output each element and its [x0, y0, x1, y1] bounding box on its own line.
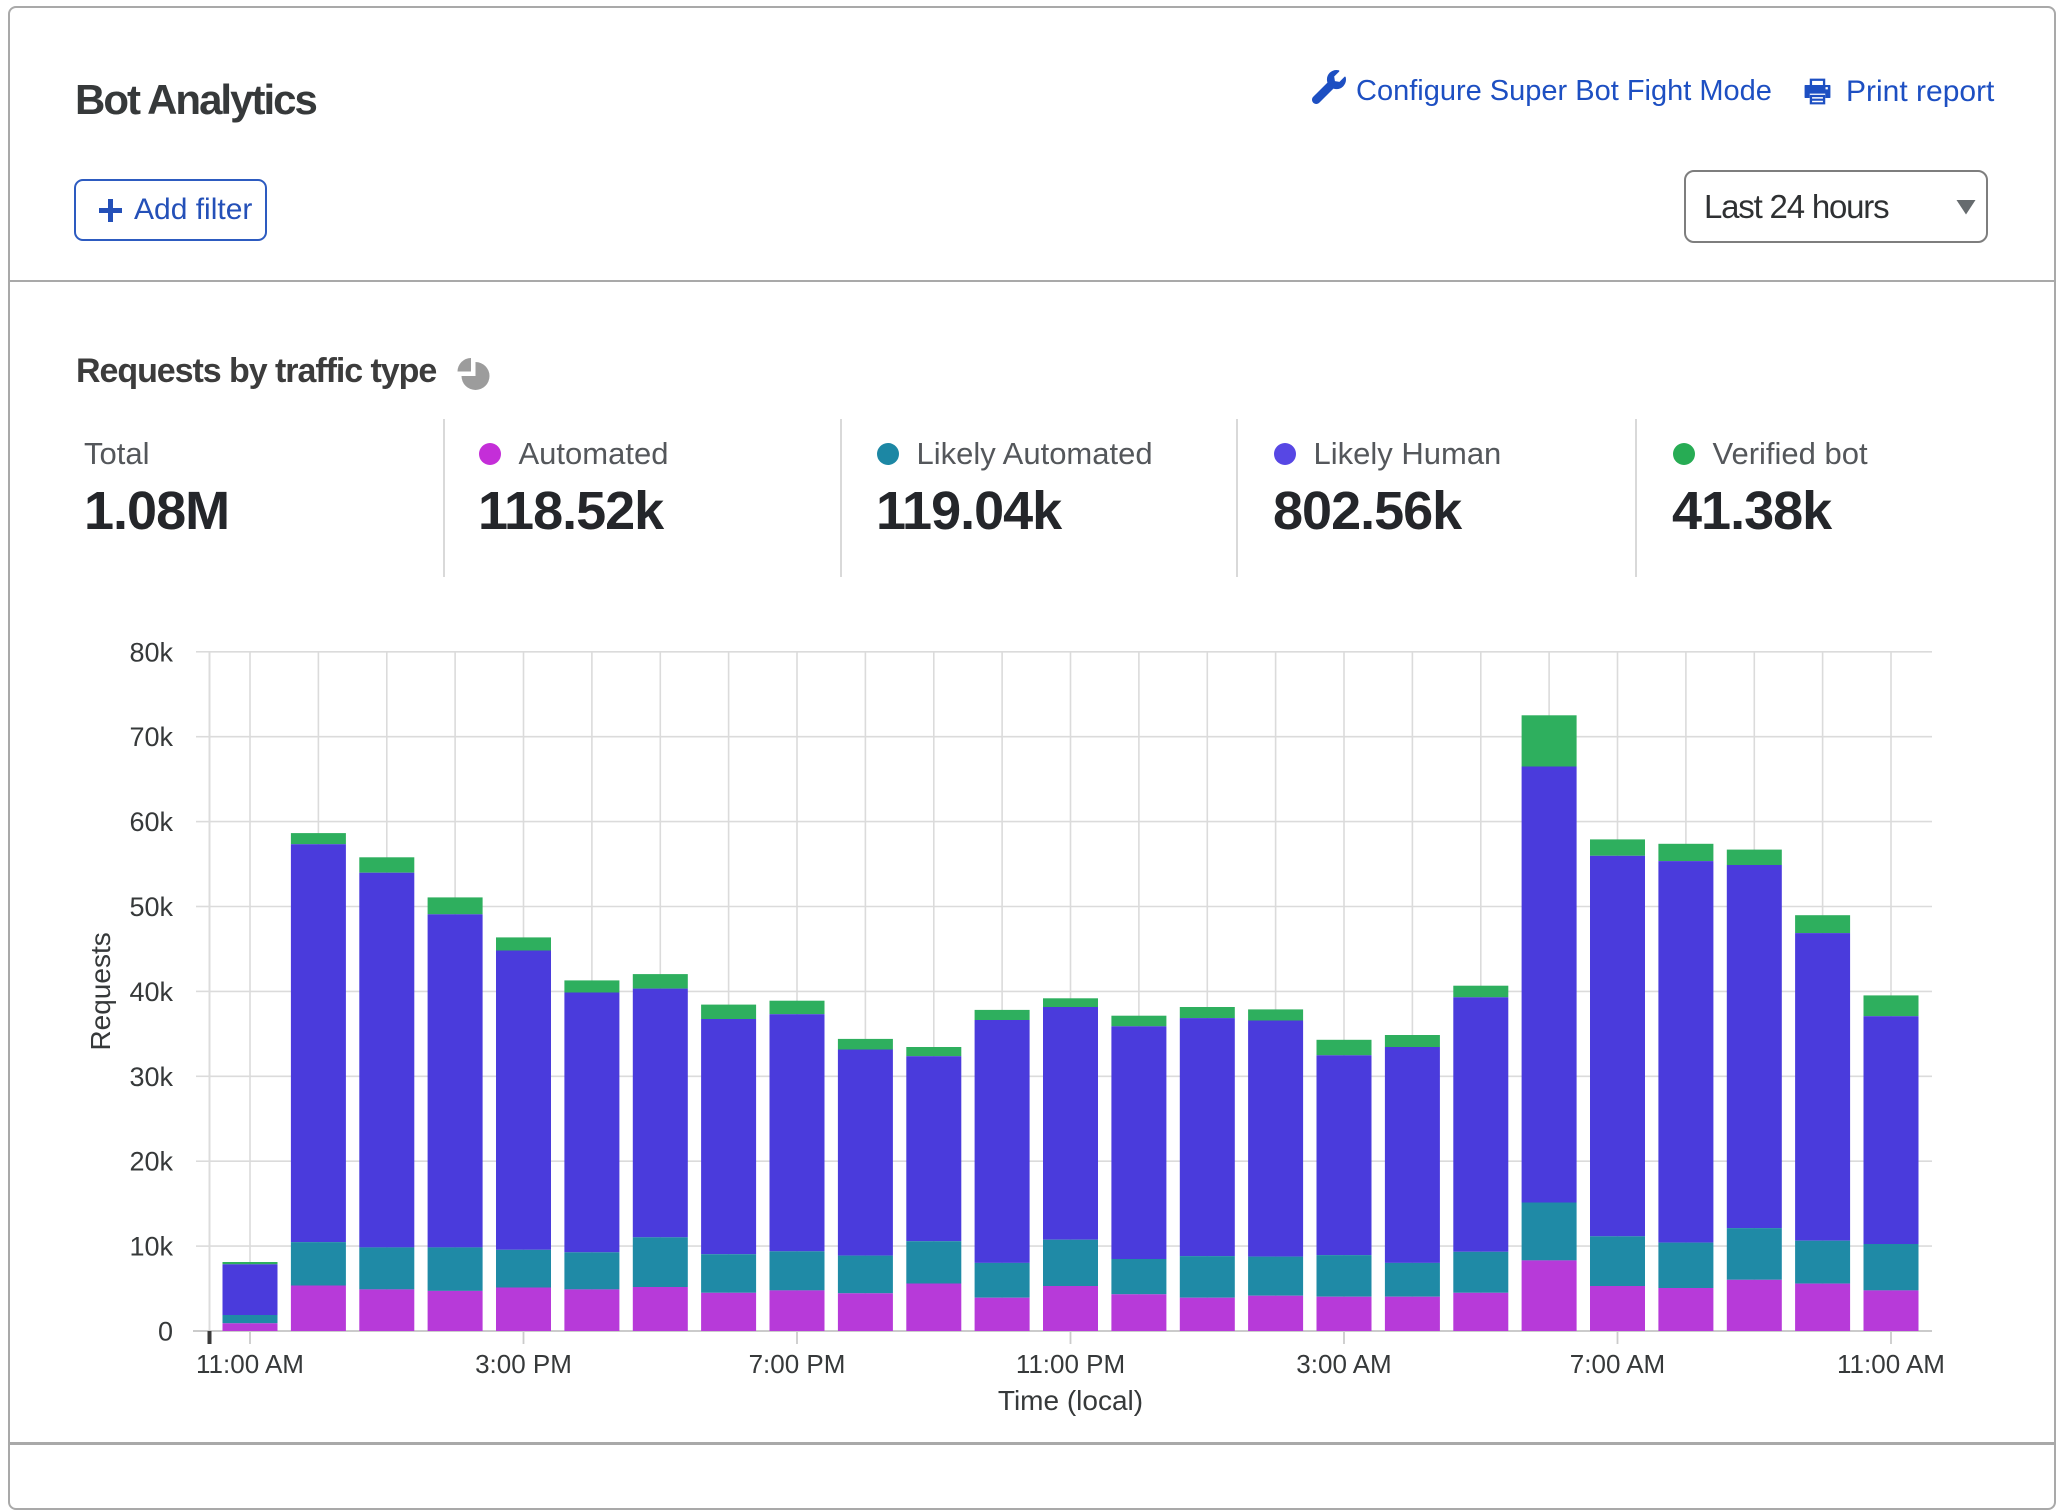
svg-text:11:00 AM: 11:00 AM [196, 1349, 304, 1379]
svg-text:20k: 20k [129, 1147, 173, 1177]
svg-text:10k: 10k [129, 1232, 173, 1262]
svg-text:Requests: Requests [85, 932, 116, 1050]
svg-text:80k: 80k [129, 637, 173, 667]
svg-text:7:00 AM: 7:00 AM [1570, 1349, 1665, 1379]
svg-text:60k: 60k [129, 807, 173, 837]
svg-text:50k: 50k [129, 892, 173, 922]
svg-text:11:00 PM: 11:00 PM [1016, 1349, 1125, 1379]
svg-text:40k: 40k [129, 977, 173, 1007]
svg-text:11:00 AM: 11:00 AM [1837, 1349, 1945, 1379]
svg-text:30k: 30k [129, 1062, 173, 1092]
svg-text:0: 0 [158, 1317, 173, 1347]
svg-text:7:00 PM: 7:00 PM [749, 1349, 846, 1379]
svg-text:Time (local): Time (local) [998, 1385, 1143, 1416]
svg-text:3:00 AM: 3:00 AM [1296, 1349, 1391, 1379]
svg-text:3:00 PM: 3:00 PM [475, 1349, 572, 1379]
svg-text:70k: 70k [129, 722, 173, 752]
